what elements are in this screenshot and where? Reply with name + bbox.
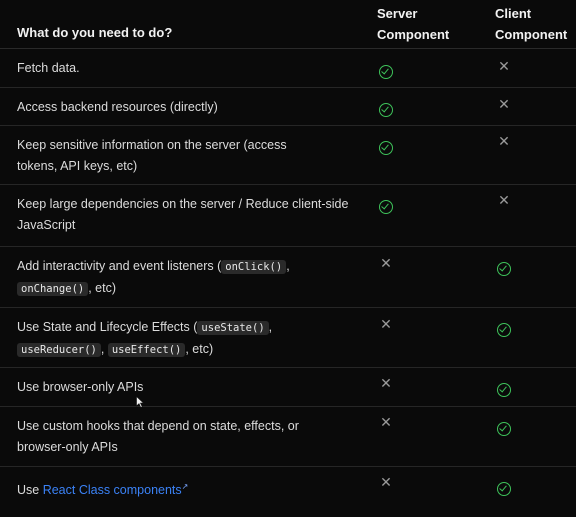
cross-icon: ✕ xyxy=(498,193,510,209)
row-task: Keep sensitive information on the server… xyxy=(17,138,287,173)
code-onclick: onClick() xyxy=(221,260,287,274)
server-cell xyxy=(376,197,396,217)
client-cell xyxy=(494,380,514,400)
cross-icon: ✕ xyxy=(498,59,510,75)
header-server-line2: Component xyxy=(377,27,450,42)
header-client-line1: Client xyxy=(495,6,532,21)
check-circle-icon xyxy=(497,422,511,436)
check-circle-icon xyxy=(379,141,393,155)
check-circle-icon xyxy=(497,262,511,276)
header-server-line1: Server xyxy=(377,6,418,21)
row-task: Access backend resources (directly) xyxy=(17,100,218,114)
cross-icon: ✕ xyxy=(380,376,392,392)
header-client-line2: Component xyxy=(495,27,568,42)
check-circle-icon xyxy=(379,103,393,117)
table-row: Use browser-only APIs ✕ xyxy=(0,368,576,407)
row-text-pre: Use State and Lifecycle Effects ( xyxy=(17,320,198,334)
client-cell: ✕ xyxy=(494,95,514,115)
server-cell: ✕ xyxy=(376,413,396,433)
client-cell xyxy=(494,259,514,279)
cross-icon: ✕ xyxy=(380,475,392,491)
row-task: Use React Class components↗ xyxy=(17,476,347,501)
table-row: Fetch data. ✕ xyxy=(0,49,576,88)
client-cell: ✕ xyxy=(494,57,514,77)
row-task: Add interactivity and event listeners (o… xyxy=(17,259,290,296)
table-row: Use State and Lifecycle Effects (useStat… xyxy=(0,308,576,368)
cross-icon: ✕ xyxy=(498,134,510,150)
table-row: Keep sensitive information on the server… xyxy=(0,126,576,185)
code-usestate: useState() xyxy=(197,321,269,335)
check-circle-icon xyxy=(379,65,393,79)
cross-icon: ✕ xyxy=(380,415,392,431)
server-cell xyxy=(376,100,396,120)
server-cell: ✕ xyxy=(376,254,396,274)
external-link-icon: ↗ xyxy=(181,482,189,491)
cross-icon: ✕ xyxy=(380,256,392,272)
row-text-pre: Use xyxy=(17,483,43,498)
server-cell xyxy=(376,62,396,82)
server-cell xyxy=(376,138,396,158)
server-cell: ✕ xyxy=(376,374,396,394)
client-cell: ✕ xyxy=(494,191,514,211)
mouse-cursor-icon xyxy=(136,396,144,408)
table-row: Use custom hooks that depend on state, e… xyxy=(0,407,576,467)
row-task: Fetch data. xyxy=(17,61,80,75)
code-usereducer: useReducer() xyxy=(17,343,101,357)
table-row: Use React Class components↗ ✕ xyxy=(0,467,576,517)
comparison-table: What do you need to do? Server Component… xyxy=(0,0,576,517)
row-task: Use custom hooks that depend on state, e… xyxy=(17,419,299,454)
header-server-component: Server Component xyxy=(377,3,449,45)
table-row: Keep large dependencies on the server / … xyxy=(0,185,576,247)
react-class-components-link[interactable]: React Class components xyxy=(43,483,182,497)
server-cell: ✕ xyxy=(376,473,396,493)
table-row: Access backend resources (directly) ✕ xyxy=(0,88,576,126)
cross-icon: ✕ xyxy=(498,97,510,113)
server-cell: ✕ xyxy=(376,315,396,335)
client-cell xyxy=(494,320,514,340)
header-task: What do you need to do? xyxy=(17,25,173,40)
code-onchange: onChange() xyxy=(17,282,89,296)
check-circle-icon xyxy=(379,200,393,214)
check-circle-icon xyxy=(497,482,511,496)
row-task: Use State and Lifecycle Effects (useStat… xyxy=(17,320,273,357)
row-text-pre: Add interactivity and event listeners ( xyxy=(17,259,222,273)
check-circle-icon xyxy=(497,383,511,397)
row-task: Keep large dependencies on the server / … xyxy=(17,197,349,232)
header-client-component: Client Component xyxy=(495,3,567,45)
code-useeffect: useEffect() xyxy=(107,343,186,357)
client-cell: ✕ xyxy=(494,132,514,152)
row-task: Use browser-only APIs xyxy=(17,380,144,394)
cross-icon: ✕ xyxy=(380,317,392,333)
table-row: Add interactivity and event listeners (o… xyxy=(0,247,576,308)
table-header: What do you need to do? Server Component… xyxy=(0,0,576,49)
client-cell xyxy=(494,479,514,499)
check-circle-icon xyxy=(497,323,511,337)
client-cell xyxy=(494,419,514,439)
row-text-post: , etc) xyxy=(88,281,117,295)
row-text-post: , etc) xyxy=(185,342,214,356)
